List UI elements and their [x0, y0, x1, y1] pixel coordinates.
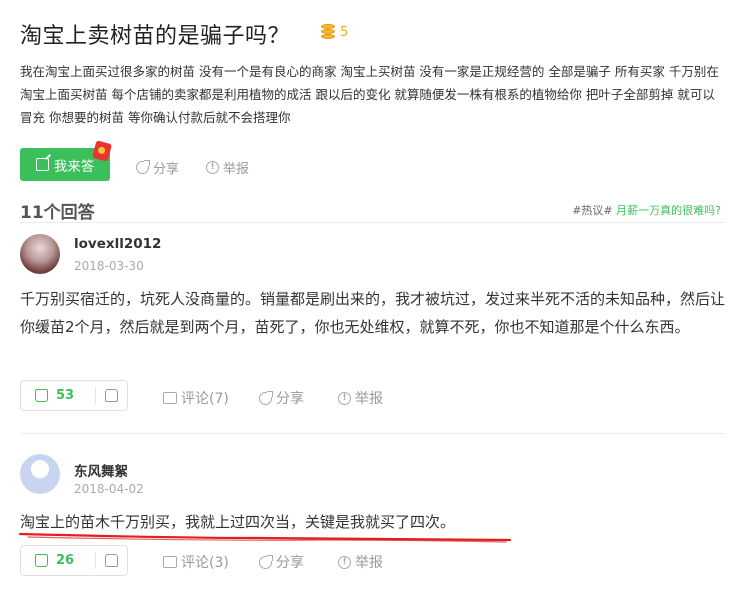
answer-username[interactable]: 东风舞絮 — [74, 460, 128, 480]
vote-box: 53 — [20, 380, 128, 411]
answers-count: 11个回答 — [20, 203, 95, 223]
avatar[interactable] — [20, 454, 60, 494]
comment-link[interactable]: 评论(7) — [163, 388, 229, 408]
hot-topic[interactable]: #热议# 月薪一万真的很难吗? — [572, 202, 721, 218]
vote-box: 26 — [20, 545, 128, 576]
comment-label: 评论(3) — [181, 555, 229, 571]
reward-amount: 5 — [340, 24, 349, 40]
answer-report-link[interactable]: ! 举报 — [338, 388, 383, 408]
answer-share-link[interactable]: 分享 — [259, 388, 304, 408]
answer-button-label: 我来答 — [53, 158, 95, 175]
comment-icon — [163, 556, 177, 568]
comment-icon — [163, 392, 177, 404]
upvote-button[interactable]: 53 — [21, 388, 95, 403]
comment-link[interactable]: 评论(3) — [163, 552, 229, 572]
answer-share-label: 分享 — [276, 555, 304, 571]
report-icon: ! — [338, 555, 351, 569]
answer-share-link[interactable]: 分享 — [259, 552, 304, 572]
red-underline-annotation — [18, 532, 512, 543]
answer-date: 2018-03-30 — [74, 259, 144, 273]
answer-text: 千万别买宿迁的，坑死人没商量的。销量都是刷出来的，我才被坑过，发过来半死不活的未… — [20, 290, 726, 336]
thumbs-down-icon — [105, 554, 118, 567]
question-share-label: 分享 — [153, 162, 180, 177]
upvote-button[interactable]: 26 — [21, 553, 95, 568]
share-icon — [259, 390, 273, 405]
answer-username[interactable]: lovexll2012 — [74, 236, 161, 252]
reward-badge: 5 — [320, 24, 348, 40]
coin-stack-icon — [320, 24, 336, 40]
question-report-link[interactable]: ! 举报 — [206, 158, 249, 177]
edit-icon — [35, 158, 49, 171]
answer-report-link[interactable]: ! 举报 — [338, 552, 383, 572]
answer-date: 2018-04-02 — [74, 482, 144, 496]
share-icon — [136, 160, 150, 174]
downvote-button[interactable] — [96, 389, 127, 402]
hot-topic-prefix: #热议# — [572, 204, 613, 217]
thumbs-up-icon — [35, 554, 48, 567]
answer-report-label: 举报 — [355, 391, 383, 407]
thumbs-up-icon — [35, 389, 48, 402]
question-description: 我在淘宝上面买过很多家的树苗 没有一个是有良心的商家 淘宝上买树苗 没有一家是正… — [20, 64, 719, 125]
hot-topic-link[interactable]: 月薪一万真的很难吗? — [616, 204, 721, 217]
thumbs-down-icon — [105, 389, 118, 402]
question-share-link[interactable]: 分享 — [136, 158, 179, 177]
answer-report-label: 举报 — [355, 555, 383, 571]
report-icon: ! — [338, 391, 351, 405]
share-icon — [259, 554, 273, 569]
question-title: 淘宝上卖树苗的是骗子吗？ — [20, 24, 291, 49]
question-report-label: 举报 — [223, 162, 250, 177]
answer-divider — [20, 433, 725, 434]
section-divider — [20, 222, 725, 223]
answer-share-label: 分享 — [276, 391, 304, 407]
like-count: 26 — [56, 553, 75, 568]
avatar[interactable] — [20, 234, 60, 274]
comment-label: 评论(7) — [181, 391, 229, 407]
like-count: 53 — [56, 388, 75, 403]
report-icon: ! — [206, 161, 219, 174]
downvote-button[interactable] — [96, 554, 127, 567]
